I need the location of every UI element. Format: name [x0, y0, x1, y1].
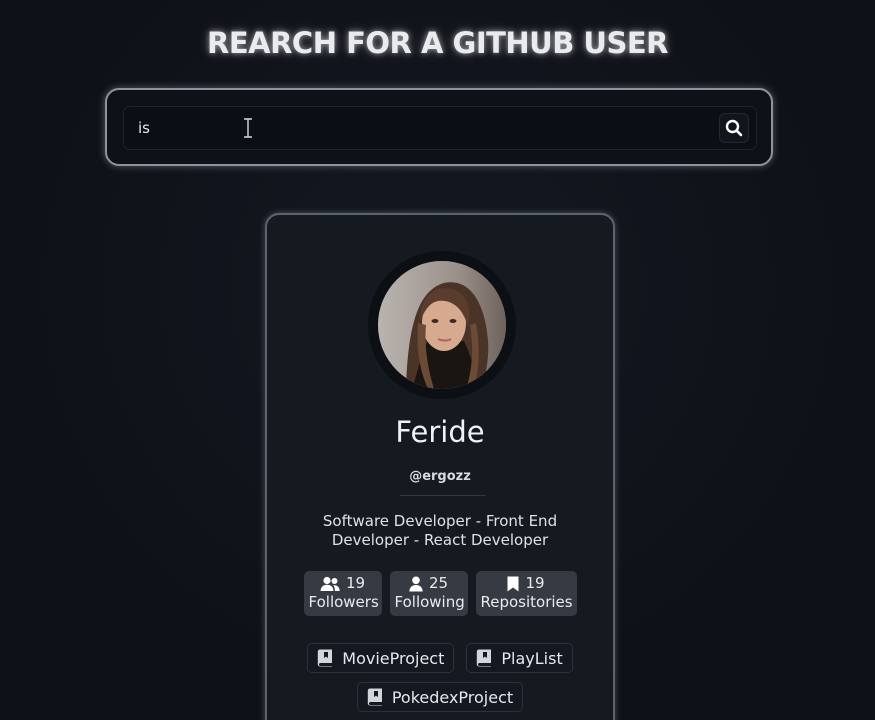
stat-repositories-value: 19: [525, 574, 545, 592]
stat-following-value: 25: [428, 574, 449, 592]
stat-repositories-label: Repositories: [480, 593, 573, 611]
repo-book-icon: [318, 649, 333, 667]
profile-card: Feride @ergozz Software Developer - Fron…: [265, 213, 615, 720]
bookmark-icon: [507, 576, 519, 591]
text-cursor-icon: [244, 118, 252, 138]
divider: [400, 495, 486, 496]
stat-followers: 19 Followers: [303, 571, 382, 616]
repo-list: MovieProject PlayList PokedexProject: [267, 643, 613, 712]
users-icon: [320, 576, 340, 591]
stats-row: 19 Followers 25 Following 19 Repositorie…: [267, 571, 613, 616]
user-bio: Software Developer - Front End Developer…: [322, 512, 558, 549]
avatar-frame: [368, 251, 516, 399]
page-title: REARCH FOR A GITHUB USER: [207, 26, 668, 60]
search-icon: [725, 119, 743, 137]
user-login: @ergozz: [409, 469, 471, 484]
repo-book-icon: [367, 688, 382, 706]
search-box: [123, 106, 757, 150]
avatar: [378, 261, 506, 389]
user-name: Feride: [395, 415, 485, 449]
repo-name: MovieProject: [342, 648, 445, 668]
repo-item[interactable]: PokedexProject: [356, 682, 524, 712]
stat-followers-value: 19: [345, 574, 366, 592]
repo-item[interactable]: MovieProject: [307, 643, 455, 673]
repo-name: PlayList: [501, 648, 563, 668]
repo-item[interactable]: PlayList: [466, 643, 573, 673]
stat-repositories: 19 Repositories: [475, 571, 577, 616]
repo-name: PokedexProject: [391, 687, 514, 707]
repo-book-icon: [477, 649, 492, 667]
search-panel: [105, 88, 773, 166]
search-button[interactable]: [719, 113, 749, 143]
search-input[interactable]: [138, 107, 698, 149]
stat-following: 25 Following: [389, 571, 468, 616]
stat-following-label: Following: [394, 593, 465, 611]
page: REARCH FOR A GITHUB USER is Feride @ergo…: [0, 0, 875, 720]
avatar-photo: [378, 261, 506, 389]
user-icon: [409, 576, 423, 591]
stat-followers-label: Followers: [308, 593, 379, 611]
